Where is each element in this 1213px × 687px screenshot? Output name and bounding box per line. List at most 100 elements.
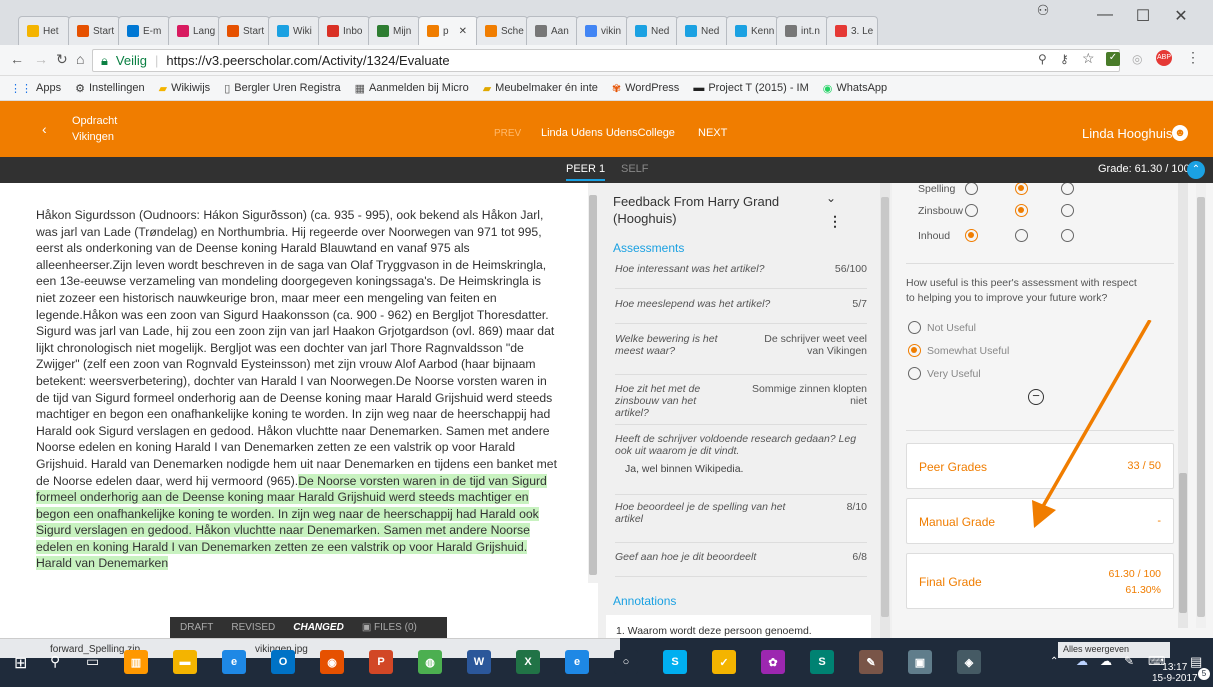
rubric-radio[interactable]: [965, 183, 978, 195]
rubric-radio[interactable]: [1015, 229, 1028, 242]
prev-button[interactable]: PREV: [494, 128, 521, 139]
paint-brush-icon[interactable]: ✎: [859, 650, 883, 674]
photos-icon[interactable]: ▣: [908, 650, 932, 674]
rubric-radio[interactable]: [965, 204, 978, 217]
browser-tab[interactable]: 3. Le: [826, 16, 878, 45]
chrome-icon[interactable]: ◍: [418, 650, 442, 674]
bookmark-item[interactable]: ▬ Project T (2015) - IM: [693, 82, 808, 94]
final-grade-card[interactable]: Final Grade 61.30 / 100 61.30%: [906, 553, 1174, 609]
extension-icon[interactable]: ✓: [1106, 52, 1120, 66]
zoom-icon[interactable]: ⚲: [1038, 52, 1047, 66]
browser-tab[interactable]: p ✕: [418, 16, 478, 45]
usefulness-option[interactable]: Not Useful: [908, 321, 976, 334]
adblock-icon[interactable]: ABP: [1156, 50, 1172, 66]
edge-icon[interactable]: e: [222, 650, 246, 674]
browser-tab[interactable]: Het: [18, 16, 70, 45]
norton-icon[interactable]: ✓: [712, 650, 736, 674]
sway-icon[interactable]: S: [810, 650, 834, 674]
store-icon[interactable]: ◈: [957, 650, 981, 674]
user-avatar-icon[interactable]: ☻: [1172, 125, 1188, 141]
internet-explorer-icon[interactable]: e: [565, 650, 589, 674]
search-icon[interactable]: ⚲: [50, 653, 60, 670]
browser-tab[interactable]: Start: [68, 16, 120, 45]
assignment-link[interactable]: Opdracht Vikingen: [72, 113, 117, 145]
cloud-icon[interactable]: ☁: [1100, 654, 1112, 668]
rubric-scrollbar[interactable]: [1178, 183, 1188, 628]
changed-tab[interactable]: CHANGED: [293, 622, 344, 633]
browser-tab[interactable]: Aan: [526, 16, 578, 45]
skype-icon[interactable]: S: [663, 650, 687, 674]
next-button[interactable]: NEXT: [698, 127, 727, 139]
draft-tab[interactable]: DRAFT: [180, 622, 213, 633]
manual-grade-card[interactable]: Manual Grade -: [906, 498, 1174, 544]
pen-icon[interactable]: ✎: [1124, 654, 1134, 668]
bookmark-item[interactable]: ▯ Bergler Uren Registra: [224, 82, 340, 95]
browser-tab[interactable]: Lang: [168, 16, 220, 45]
profile-icon[interactable]: ⚇: [1028, 2, 1058, 19]
bookmark-item[interactable]: ▰ Meubelmaker én inte: [483, 82, 598, 95]
outlook-icon[interactable]: O: [271, 650, 295, 674]
usefulness-option[interactable]: Somewhat Useful: [908, 344, 1009, 357]
back-icon[interactable]: ←: [10, 51, 24, 67]
windows-start-icon[interactable]: ⊞: [14, 653, 27, 673]
rubric-radio[interactable]: [1015, 183, 1028, 195]
home-icon[interactable]: ⌂: [76, 51, 84, 67]
bookmark-item[interactable]: ▰ Wikiwijs: [159, 82, 211, 95]
bookmark-item[interactable]: ⚙ Instellingen: [75, 82, 145, 95]
forward-icon[interactable]: →: [34, 51, 48, 67]
url-input[interactable]: 🔒︎ Veilig | https://v3.peerscholar.com/A…: [92, 49, 1120, 72]
minimize-button[interactable]: —: [1090, 6, 1120, 24]
app-icon[interactable]: ✿: [761, 650, 785, 674]
browser-tab[interactable]: Ned: [626, 16, 678, 45]
revised-tab[interactable]: REVISED: [231, 622, 275, 633]
chevron-down-icon[interactable]: ⌄: [826, 191, 836, 205]
powerpoint-icon[interactable]: P: [369, 650, 393, 674]
browser-tab[interactable]: Ned: [676, 16, 728, 45]
bookmark-item[interactable]: ▦ Aanmelden bij Micro: [355, 82, 469, 95]
peer-grades-card[interactable]: Peer Grades 33 / 50: [906, 443, 1174, 489]
menu-icon[interactable]: ⋮: [1186, 49, 1200, 66]
usefulness-option[interactable]: Very Useful: [908, 367, 981, 380]
bookmark-item[interactable]: ⋮⋮ Apps: [10, 82, 61, 95]
collapse-icon[interactable]: ⌃: [1187, 161, 1205, 179]
star-icon[interactable]: ☆: [1082, 50, 1095, 67]
maximize-button[interactable]: ☐: [1128, 6, 1158, 26]
close-window-button[interactable]: ✕: [1166, 6, 1196, 26]
browser-tab[interactable]: Wiki: [268, 16, 320, 45]
extension-2-icon[interactable]: ◎: [1132, 52, 1142, 66]
user-name[interactable]: Linda Hooghuis: [1082, 126, 1172, 141]
files-tab[interactable]: ▣ FILES (0): [362, 622, 417, 633]
browser-tab[interactable]: Inbo: [318, 16, 370, 45]
browser-tab[interactable]: int.n: [776, 16, 828, 45]
rubric-radio[interactable]: [1061, 183, 1074, 195]
tab-self[interactable]: SELF: [621, 163, 649, 175]
browser-tab[interactable]: Start: [218, 16, 270, 45]
browser-tab[interactable]: Kenn: [726, 16, 778, 45]
browser-tab[interactable]: Mijn: [368, 16, 420, 45]
bookmark-item[interactable]: ✾ WordPress: [612, 82, 679, 95]
usefulness-radio[interactable]: [908, 321, 921, 334]
annotation-item[interactable]: 1. Waarom wordt deze persoon genoemd.: [606, 615, 871, 638]
tray-up-icon[interactable]: ⌃: [1050, 656, 1058, 667]
cortana-icon[interactable]: ○: [614, 650, 638, 674]
task-view-icon[interactable]: ▭: [86, 653, 99, 670]
more-options-icon[interactable]: ⋮: [828, 213, 842, 230]
highlighted-passage[interactable]: De Noorse vorsten waren in de tijd van S…: [36, 473, 547, 571]
rubric-radio[interactable]: [965, 229, 978, 242]
onedrive-icon[interactable]: ☁: [1076, 654, 1088, 668]
bookmark-item[interactable]: ◉ WhatsApp: [823, 82, 887, 95]
tab-peer-1[interactable]: PEER 1: [566, 163, 606, 181]
file-explorer-icon[interactable]: ▬: [173, 650, 197, 674]
tab-close-icon[interactable]: ✕: [459, 26, 467, 37]
page-scrollbar[interactable]: [1196, 183, 1206, 628]
rubric-radio[interactable]: [1061, 229, 1074, 242]
excel-icon[interactable]: X: [516, 650, 540, 674]
browser-tab[interactable]: Sche: [476, 16, 528, 45]
usefulness-radio[interactable]: [908, 344, 921, 357]
collapse-circle-icon[interactable]: −: [1028, 389, 1044, 405]
feedback-scrollbar[interactable]: [880, 183, 890, 638]
rubric-radio[interactable]: [1015, 204, 1028, 217]
back-chevron-icon[interactable]: ‹: [42, 121, 47, 137]
paint-icon[interactable]: ▥: [124, 650, 148, 674]
essay-scrollbar[interactable]: [588, 183, 598, 583]
